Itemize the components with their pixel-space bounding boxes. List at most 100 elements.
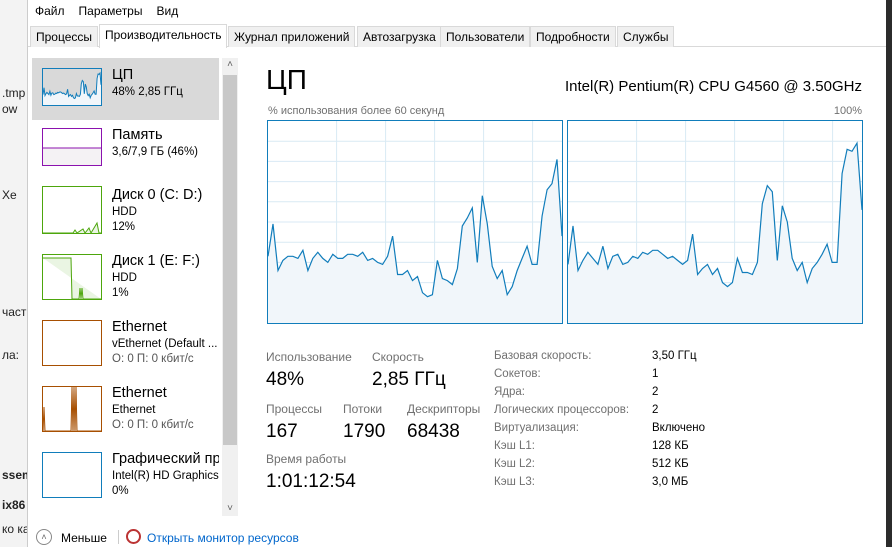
tab-services[interactable]: Службы (617, 26, 675, 47)
tab-startup[interactable]: Автозагрузка (357, 26, 442, 47)
menu-options[interactable]: Параметры (72, 0, 150, 22)
scroll-up-icon[interactable]: ˄ (222, 59, 238, 70)
handles-value: 68438 (407, 421, 460, 442)
cpu-model-name: Intel(R) Pentium(R) CPU G4560 @ 3.50GHz (565, 78, 862, 95)
gpu-thumbnail (42, 452, 102, 498)
sidebar-item-title: Память (112, 127, 163, 143)
tab-users[interactable]: Пользователи (440, 26, 531, 47)
disk1-thumbnail (42, 254, 102, 300)
detail-label: Логических процессоров: (494, 404, 630, 416)
uptime-value: 1:01:12:54 (266, 471, 356, 492)
desktop-text: ix86 (2, 498, 26, 512)
sidebar-item-sub: О: 0 П: 0 кбит/с (112, 419, 194, 431)
tab-app-history[interactable]: Журнал приложений (228, 26, 356, 47)
task-manager-window: Файл Параметры Вид Процессы Производител… (27, 0, 886, 547)
processes-label: Процессы (266, 402, 323, 416)
detail-label: Виртуализация: (494, 422, 579, 434)
uptime-label: Время работы (266, 452, 347, 466)
detail-value: 3,50 ГГц (652, 350, 697, 362)
cpu-graph-0 (267, 120, 563, 324)
sidebar-item-title: Ethernet (112, 319, 167, 335)
sidebar-item-gpu[interactable]: Графический пр Intel(R) HD Graphics 0% (32, 442, 219, 504)
desktop-text: ssem (2, 468, 27, 482)
detail-label: Базовая скорость: (494, 350, 592, 362)
threads-label: Потоки (343, 402, 383, 416)
detail-value: 3,0 МБ (652, 476, 689, 488)
detail-value: 2 (652, 386, 659, 398)
sidebar-item-disk0[interactable]: Диск 0 (C: D:) HDD 12% (32, 178, 219, 240)
scrollbar-thumb[interactable] (223, 75, 237, 445)
sidebar-item-title: Диск 0 (C: D:) (112, 187, 203, 203)
desktop-text: .tmp (2, 86, 26, 100)
detail-value: 128 КБ (652, 440, 689, 452)
sidebar-item-title: Графический пр (112, 451, 219, 467)
desktop-text: ла: (2, 348, 20, 362)
menu-view[interactable]: Вид (149, 0, 185, 22)
menu-file[interactable]: Файл (28, 0, 72, 22)
processes-value: 167 (266, 421, 298, 442)
threads-value: 1790 (343, 421, 386, 442)
graph-max-label: 100% (833, 105, 862, 117)
window-edge (886, 0, 892, 547)
sidebar-item-sub: 12% (112, 221, 136, 233)
detail-value: Включено (652, 422, 706, 434)
sidebar-item-cpu[interactable]: ЦП 48% 2,85 ГГц (32, 58, 219, 120)
detail-label: Сокетов: (494, 368, 541, 380)
detail-value: 1 (652, 368, 659, 380)
desktop-text: Xe (2, 188, 17, 202)
footer-bar: ˄ Меньше Открыть монитор ресурсов (28, 527, 886, 547)
scroll-down-icon[interactable]: ˅ (222, 503, 238, 514)
speed-label: Скорость (372, 350, 424, 364)
sidebar-item-sub: HDD (112, 272, 137, 284)
menu-bar: Файл Параметры Вид (28, 0, 886, 22)
desktop-text: ко ка (2, 522, 27, 536)
detail-label: Ядра: (494, 386, 526, 398)
desktop-background: .tmp ow Xe част ла: ssem ix86 ко ка (0, 0, 27, 547)
sidebar-item-sub: HDD (112, 206, 137, 218)
tab-performance[interactable]: Производительность (99, 24, 228, 48)
open-resource-monitor-link[interactable]: Открыть монитор ресурсов (147, 531, 299, 545)
detail-value: 2 (652, 404, 659, 416)
sidebar-item-ethernet[interactable]: Ethernet Ethernet О: 0 П: 0 кбит/с (32, 376, 219, 438)
sidebar-item-sub: О: 0 П: 0 кбит/с (112, 353, 194, 365)
sidebar-item-title: Ethernet (112, 385, 167, 401)
sidebar-item-title: ЦП (112, 67, 134, 83)
usage-area (43, 73, 101, 105)
memory-thumbnail (42, 128, 102, 166)
speed-value: 2,85 ГГц (372, 369, 446, 390)
fewer-details-button[interactable]: Меньше (61, 531, 107, 545)
sidebar-item-sub: Intel(R) HD Graphics (112, 470, 219, 482)
sidebar-item-memory[interactable]: Память 3,6/7,9 ГБ (46%) (32, 118, 219, 180)
page-title: ЦП (266, 64, 307, 95)
sidebar-item-sub: 0% (112, 485, 129, 497)
handles-label: Дескрипторы (407, 402, 481, 416)
detail-label: Кэш L2: (494, 458, 535, 470)
cpu-thumbnail (42, 68, 102, 106)
sidebar-item-ethernet-vethernet[interactable]: Ethernet vEthernet (Default ... О: 0 П: … (32, 310, 219, 372)
detail-label: Кэш L1: (494, 440, 535, 452)
sidebar-item-disk1[interactable]: Диск 1 (E: F:) HDD 1% (32, 244, 219, 306)
tab-bar: Процессы Производительность Журнал прило… (28, 24, 886, 48)
tab-details[interactable]: Подробности (530, 26, 616, 47)
cpu-graph-1 (567, 120, 863, 324)
tab-processes[interactable]: Процессы (30, 26, 99, 47)
detail-value: 512 КБ (652, 458, 689, 470)
resource-monitor-icon (126, 529, 141, 544)
sidebar-item-title: Диск 1 (E: F:) (112, 253, 200, 269)
sidebar-item-sub: 3,6/7,9 ГБ (46%) (112, 146, 199, 158)
usage-area (268, 159, 562, 323)
desktop-text: ow (2, 102, 18, 116)
chevron-up-icon[interactable]: ˄ (36, 529, 52, 545)
sidebar-item-sub: 1% (112, 287, 129, 299)
sidebar-item-sub: Ethernet (112, 404, 156, 416)
divider (118, 530, 119, 544)
usage-value: 48% (266, 369, 305, 390)
usage-area (568, 143, 862, 323)
ethernet-thumbnail (42, 320, 102, 366)
desktop-text: част (2, 305, 27, 319)
resource-list: ЦП 48% 2,85 ГГц Память 3,6/7,9 ГБ (46%) … (32, 58, 219, 516)
usage-label: Использование (266, 350, 352, 364)
sidebar-item-sub: vEthernet (Default ... (112, 338, 218, 350)
graph-caption: % использования более 60 секунд (268, 105, 445, 117)
sidebar-scrollbar[interactable]: ˄ ˅ (222, 58, 238, 516)
